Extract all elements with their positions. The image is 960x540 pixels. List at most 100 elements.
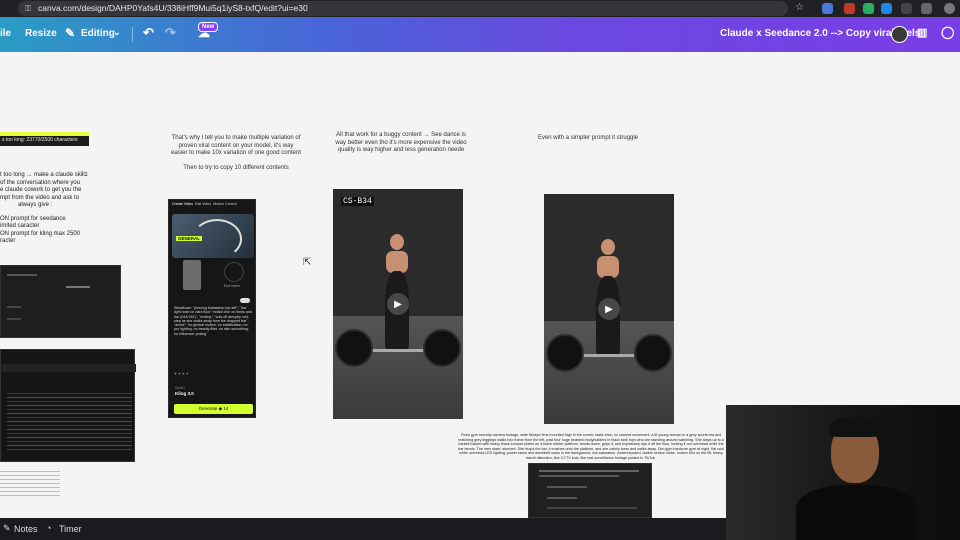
weight-plate bbox=[423, 329, 461, 367]
model-label: Model bbox=[175, 386, 185, 390]
weight-plate bbox=[546, 334, 584, 372]
timer-button[interactable]: Timer bbox=[59, 524, 82, 534]
panel-preview: GENERAL bbox=[172, 214, 254, 259]
extension-icon[interactable] bbox=[901, 3, 912, 14]
note-line: easier to make 10x variation of one good… bbox=[171, 150, 301, 156]
video-timestamp: CS-B34 bbox=[341, 197, 374, 206]
new-badge: New bbox=[198, 22, 219, 32]
note-line: All that work for a buggy content → See … bbox=[336, 132, 466, 138]
prompt-text[interactable]: Steadicam: "piercing timestamp top-left"… bbox=[174, 306, 252, 362]
chart-icon[interactable]: ▥ bbox=[917, 26, 927, 39]
lock-icon: ⚿ bbox=[25, 4, 32, 13]
left-note-line: t too long → make a claude skillz bbox=[0, 172, 88, 178]
athlete-head bbox=[390, 234, 404, 250]
editing-mode-button[interactable]: Editing bbox=[81, 28, 115, 39]
tab-motion-control[interactable]: Motion Control bbox=[213, 202, 236, 206]
code-screenshot[interactable] bbox=[0, 349, 136, 462]
toggle[interactable] bbox=[240, 298, 250, 303]
thumbnail-line bbox=[7, 274, 37, 276]
toolbar-divider bbox=[132, 27, 133, 42]
chat-screenshot[interactable] bbox=[528, 463, 652, 518]
char-warning: s too long: 23770/2500 characters bbox=[0, 132, 89, 146]
chat-line bbox=[547, 497, 577, 499]
timer-icon: ◔ bbox=[46, 523, 52, 533]
left-list-item: racter bbox=[0, 238, 16, 244]
extension-icon[interactable] bbox=[863, 3, 874, 14]
chat-line bbox=[547, 486, 587, 488]
note-line: Then to try to copy 10 different content… bbox=[183, 164, 289, 171]
athlete-head bbox=[601, 239, 615, 255]
mouse-cursor: ⇱ bbox=[303, 257, 312, 268]
left-list-item: imited caracter bbox=[0, 223, 40, 229]
panel-tabs: Create Video Edit Video Motion Control bbox=[172, 202, 255, 206]
start-frame-thumbnail[interactable] bbox=[183, 260, 201, 290]
note-simpler-prompt: Even with a simpler prompt it struggle bbox=[537, 135, 639, 141]
ceiling-light bbox=[363, 189, 463, 249]
generate-label: Generate bbox=[198, 406, 218, 411]
thumbnail-line bbox=[7, 318, 21, 320]
pencil-icon: ✎ bbox=[65, 26, 76, 40]
editor-toolbar: ile Resize ✎ Editing ⌄ ↶ ↷ ☁ New Claude … bbox=[0, 17, 960, 52]
star-icon[interactable]: ☆ bbox=[795, 2, 804, 13]
comment-icon[interactable]: ◯ bbox=[941, 25, 954, 39]
code-block bbox=[7, 390, 132, 450]
panel-badge: GENERAL bbox=[176, 236, 203, 241]
thumbnail-line bbox=[7, 306, 21, 308]
extension-icon[interactable] bbox=[822, 3, 833, 14]
tiny-caption bbox=[0, 468, 60, 498]
play-icon[interactable]: ▶ bbox=[387, 293, 409, 315]
extension-icon[interactable] bbox=[844, 3, 855, 14]
notes-icon: ✎ bbox=[3, 523, 11, 533]
ceiling-light bbox=[574, 194, 674, 254]
model-value[interactable]: Kling 3.0 bbox=[175, 391, 194, 396]
note-line: quality is way higher and less generatio… bbox=[337, 147, 465, 153]
play-icon[interactable]: ▶ bbox=[598, 298, 620, 320]
tab-create-video[interactable]: Create Video bbox=[172, 202, 193, 206]
chevron-down-icon[interactable]: ⌄ bbox=[113, 27, 121, 38]
left-note-line: e claude cowork to get you the bbox=[0, 187, 82, 193]
athlete-torso bbox=[386, 251, 408, 273]
weight-plate bbox=[335, 329, 373, 367]
video-seedance[interactable]: CS-B34 ▶ bbox=[333, 189, 463, 419]
left-list-item: ON prompt for kling max 2500 bbox=[0, 230, 81, 237]
left-list-item: ON prompt for seedance bbox=[0, 215, 66, 222]
presenter-hair bbox=[829, 417, 881, 437]
left-note-line: always give : bbox=[18, 202, 53, 208]
file-menu[interactable]: ile bbox=[0, 28, 11, 39]
chat-line bbox=[539, 475, 619, 477]
screenshot-thumbnail[interactable] bbox=[0, 265, 121, 338]
note-line: That's why I tell you to make multiple v… bbox=[171, 135, 301, 141]
athlete-torso bbox=[597, 256, 619, 278]
extension-icon[interactable] bbox=[921, 3, 932, 14]
weight-plate bbox=[634, 334, 672, 372]
end-frame-label: End frame bbox=[224, 284, 241, 288]
kling-panel[interactable]: Create Video Edit Video Motion Control G… bbox=[168, 199, 256, 418]
thumbnail-line bbox=[66, 286, 90, 288]
video-kling[interactable]: ▶ bbox=[544, 194, 674, 424]
resize-button[interactable]: Resize bbox=[25, 28, 57, 39]
chat-line bbox=[539, 470, 639, 472]
note-variation: That's why I tell you to make multiple v… bbox=[168, 135, 304, 172]
left-note-line: of the conversation where you bbox=[0, 179, 81, 186]
avatar[interactable] bbox=[891, 26, 908, 43]
address-bar[interactable]: ⚿ canva.com/design/DAHP0Yafs4U/338iHff9M… bbox=[18, 1, 788, 16]
note-line: way better even tho it's more expensive … bbox=[335, 139, 467, 146]
browser-bar: ⚿ canva.com/design/DAHP0Yafs4U/338iHff9M… bbox=[0, 0, 960, 17]
panel-options: ✦ ✦ ✦ ✦ bbox=[174, 372, 189, 376]
prompt-caption: Fixed gym security camera footage, wide … bbox=[458, 433, 724, 460]
webcam-overlay bbox=[726, 405, 960, 540]
presenter-body bbox=[796, 485, 916, 540]
undo-icon[interactable]: ↶ bbox=[143, 25, 154, 41]
chat-line bbox=[547, 507, 637, 509]
generate-button[interactable]: Generate ◆ 14 bbox=[174, 404, 253, 414]
notes-button[interactable]: Notes bbox=[14, 524, 38, 534]
credits-value: 14 bbox=[223, 406, 229, 411]
left-note: t too long → make a claude skillz of the… bbox=[0, 172, 90, 246]
end-frame-slot[interactable] bbox=[224, 262, 244, 282]
profile-icon[interactable] bbox=[944, 3, 955, 14]
note-line: proven viral content on your model, it's… bbox=[178, 142, 294, 149]
tab-edit-video[interactable]: Edit Video bbox=[195, 202, 211, 206]
extension-icon[interactable] bbox=[881, 3, 892, 14]
note-buggy-content: All that work for a buggy content → See … bbox=[333, 132, 469, 155]
redo-icon[interactable]: ↷ bbox=[165, 25, 176, 41]
